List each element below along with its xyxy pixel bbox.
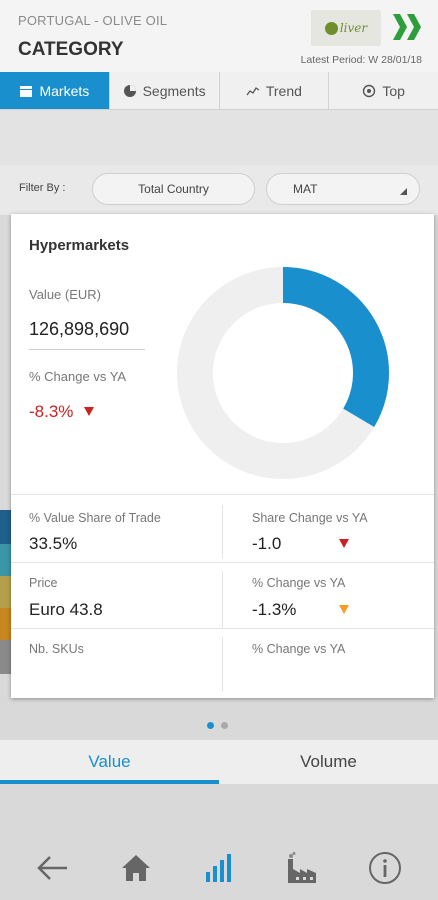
value-label: Value (EUR) [29,287,102,302]
analytics-button[interactable] [196,845,242,891]
bottom-nav [0,836,438,900]
target-icon [363,84,376,97]
value-amount: 126,898,690 [29,319,130,339]
tab-value[interactable]: Value [0,740,219,784]
back-arrow-icon [37,856,68,880]
donut-share-arc [282,267,389,427]
filter-label: Filter By : [19,182,66,194]
tab-segments[interactable]: Segments [110,72,220,109]
skus-change-label: % Change vs YA [252,642,346,656]
segment-strip-2 [0,544,11,576]
home-icon [122,855,151,881]
value-share-label: % Value Share of Trade [29,511,161,525]
trend-line-icon [246,86,260,95]
info-button[interactable] [362,845,408,891]
segment-strip-1 [0,510,11,544]
dropdown-caret-icon [400,188,407,195]
down-arrow-icon [339,539,349,548]
down-arrow-icon [84,407,94,416]
grid-divider [222,637,223,692]
period-filter[interactable]: MAT [266,173,420,205]
client-logo: liver [311,10,381,46]
brand-logo-icon [393,14,421,40]
logo-text: liver [339,21,368,35]
period-filter-value: MAT [293,182,318,196]
page-dot[interactable] [221,722,228,729]
tab-top[interactable]: Top [329,72,438,109]
segment-strip-3 [0,576,11,608]
page-title: CATEGORY [18,39,124,60]
info-icon [368,852,401,884]
segment-strip-4 [0,608,11,640]
olive-icon [324,21,338,35]
content-area [0,110,438,165]
home-button[interactable] [113,845,159,891]
tab-label: Markets [39,82,90,99]
value-divider [29,349,145,350]
tab-label: Trend [265,82,302,99]
change-value: -8.3% [29,402,74,421]
share-donut-chart [177,267,389,479]
manufacturers-button[interactable] [279,845,325,891]
section-tabs: Markets Segments Trend Top [0,72,438,110]
market-detail-card: Hypermarkets Value (EUR) 126,898,690 % C… [11,214,434,698]
app-header: PORTUGAL - OLIVE OIL CATEGORY liver Late… [0,0,438,72]
price-value: Euro 43.8 [29,600,103,619]
tab-trend[interactable]: Trend [220,72,330,109]
grid-divider [11,494,434,495]
segment-strip-5 [0,640,11,674]
bar-chart-icon [205,854,231,882]
tab-label: Segments [142,82,206,99]
page-indicator [207,722,228,729]
price-change-label: % Change vs YA [252,576,346,590]
grid-divider [222,571,223,629]
store-icon [20,85,33,97]
share-change-value: -1.0 [252,534,282,553]
country-filter[interactable]: Total Country [92,173,255,205]
tab-markets[interactable]: Markets [0,72,110,109]
card-title: Hypermarkets [29,237,130,254]
down-arrow-icon [339,605,349,614]
grid-divider [222,505,223,558]
pie-icon [123,84,136,97]
factory-icon [287,852,316,883]
tab-volume[interactable]: Volume [219,740,438,784]
latest-period: Latest Period: W 28/01/18 [300,54,422,66]
grid-divider [11,628,434,629]
share-change-label: Share Change vs YA [252,511,368,525]
back-button[interactable] [30,845,76,891]
grid-divider [11,562,434,563]
breadcrumb: PORTUGAL - OLIVE OIL [18,13,168,28]
skus-label: Nb. SKUs [29,642,84,656]
price-change-value: -1.3% [252,600,297,619]
price-label: Price [29,576,58,590]
measure-tabs: Value Volume [0,740,438,784]
page-dot[interactable] [207,722,214,729]
tab-label: Top [382,82,405,99]
value-share-value: 33.5% [29,534,78,553]
change-label: % Change vs YA [29,369,127,384]
